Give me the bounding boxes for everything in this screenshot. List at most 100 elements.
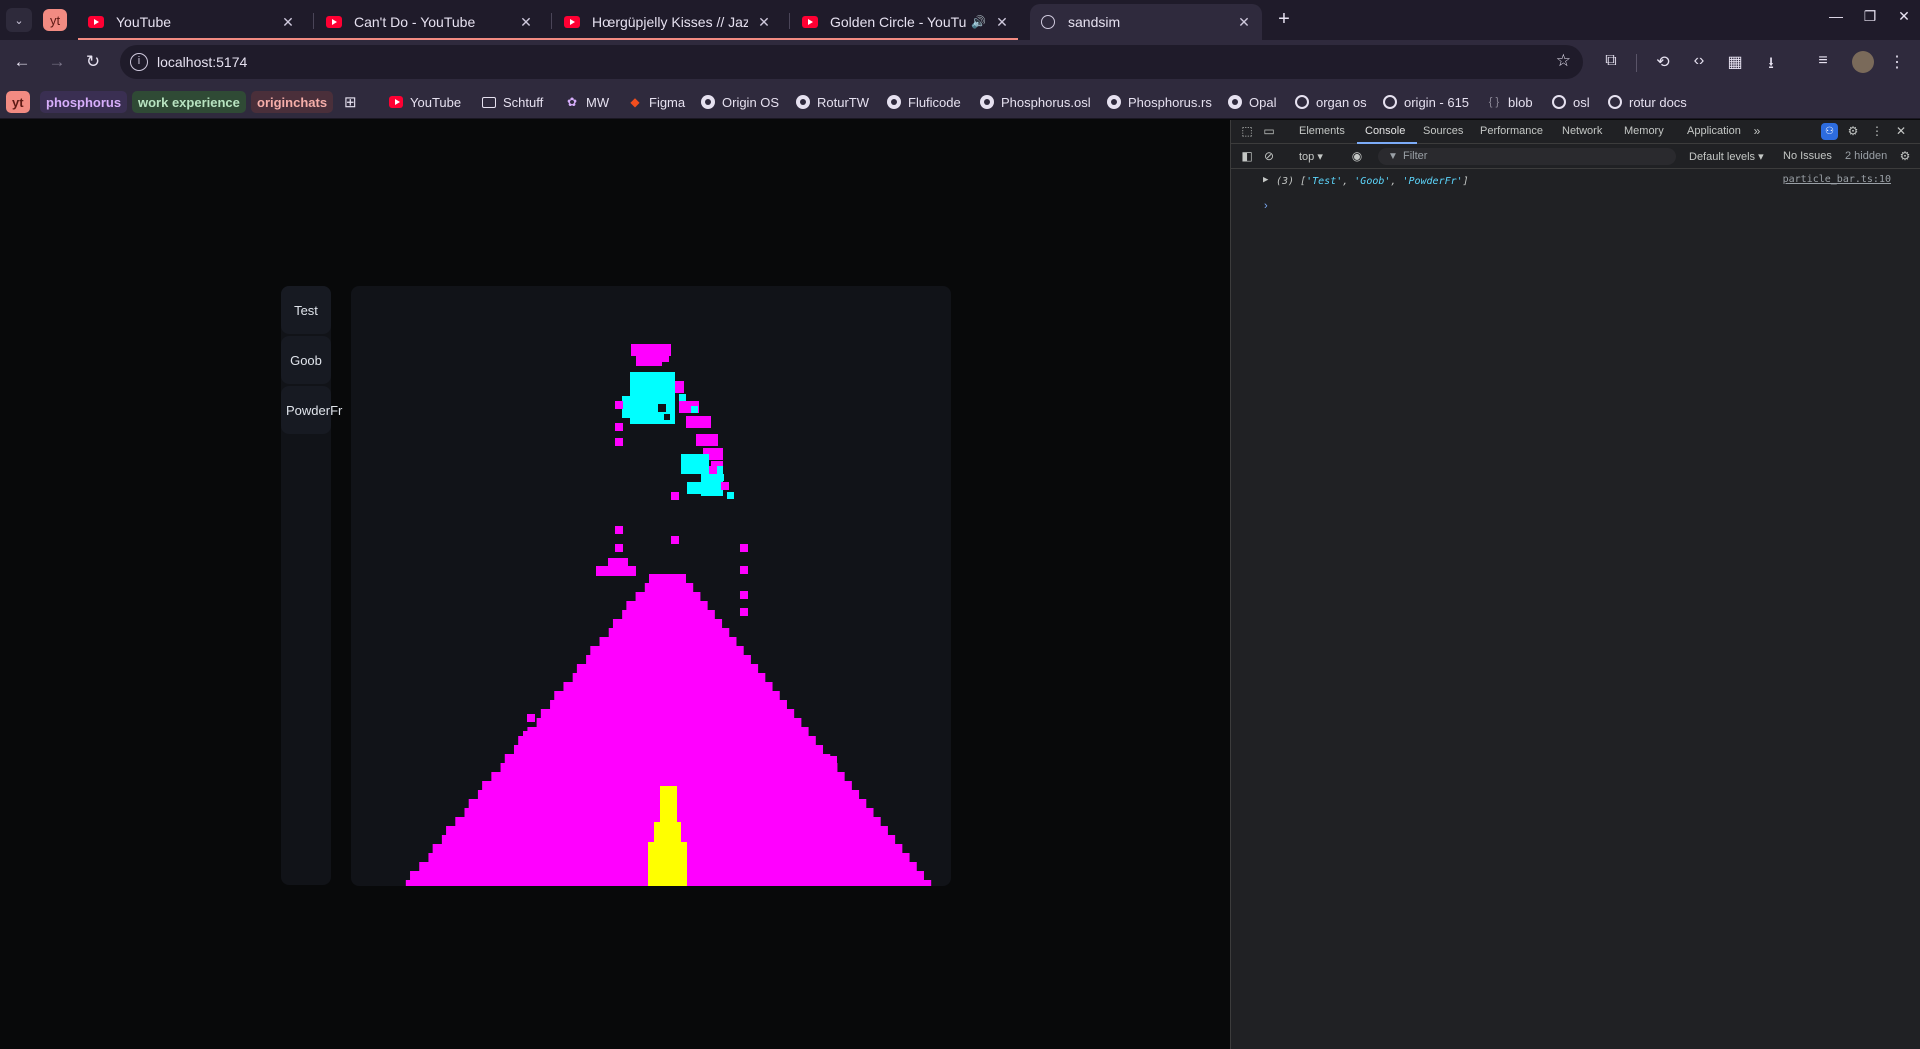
- close-icon[interactable]: ✕: [280, 14, 296, 31]
- bookmark-phosphorus-rs[interactable]: Phosphorus.rs: [1107, 91, 1212, 113]
- tab-memory[interactable]: Memory: [1624, 125, 1664, 137]
- sidebar-toggle-icon[interactable]: ◧: [1239, 149, 1255, 163]
- close-devtools-icon[interactable]: ✕: [1893, 124, 1909, 138]
- bookmark-youtube[interactable]: YouTube: [389, 91, 461, 113]
- media-icon[interactable]: ≡: [1812, 52, 1834, 70]
- tab-golden-circle[interactable]: Golden Circle - YouTube 🔊 ✕: [792, 4, 1020, 40]
- powder-row: [536, 718, 802, 727]
- bookmark-origin-os[interactable]: Origin OS: [701, 91, 779, 113]
- avatar[interactable]: [1852, 51, 1874, 73]
- console-prompt-icon[interactable]: ›: [1264, 200, 1268, 212]
- levels-select[interactable]: Default levels ▾: [1689, 150, 1764, 163]
- close-icon[interactable]: ✕: [1236, 14, 1252, 31]
- tab-youtube[interactable]: YouTube ✕: [78, 4, 306, 40]
- filter-input[interactable]: ▼ Filter: [1378, 148, 1676, 165]
- console-log-entry[interactable]: ▶ (3) ['Test', 'Goob', 'PowderFr'] parti…: [1231, 171, 1920, 191]
- minimize-icon[interactable]: —: [1824, 8, 1848, 24]
- bookmark-osl[interactable]: osl: [1552, 91, 1590, 113]
- close-window-icon[interactable]: ✕: [1892, 8, 1916, 25]
- bookmark-figma[interactable]: ◆ Figma: [628, 91, 685, 113]
- array-value: 'Test': [1306, 176, 1343, 187]
- bookmark-label: Schtuff: [503, 94, 544, 110]
- close-icon[interactable]: ✕: [994, 14, 1010, 31]
- bookmark-blob[interactable]: { } blob: [1487, 91, 1533, 113]
- more-options-icon[interactable]: ⋮: [1869, 124, 1885, 138]
- simulation-canvas[interactable]: [351, 286, 951, 886]
- issues-button[interactable]: No Issues: [1783, 150, 1832, 162]
- youtube-icon: [802, 14, 818, 30]
- globe-icon: [1040, 14, 1056, 30]
- tab-performance[interactable]: Performance: [1480, 125, 1543, 137]
- close-icon[interactable]: ✕: [518, 14, 534, 31]
- bookmark-label: MW: [586, 94, 610, 110]
- bookmark-organ-os[interactable]: organ os: [1295, 91, 1367, 113]
- particle-button-test[interactable]: Test: [281, 286, 331, 334]
- new-tab-button[interactable]: +: [1272, 8, 1296, 31]
- tab-group-chip[interactable]: yt: [43, 9, 67, 31]
- bookmark-phosphorus-osl[interactable]: Phosphorus.osl: [980, 91, 1091, 113]
- tab-console[interactable]: Console: [1365, 125, 1405, 137]
- bookmark-rotur-docs[interactable]: rotur docs: [1608, 91, 1687, 113]
- history-icon[interactable]: ⟲: [1652, 52, 1674, 72]
- bookmark-star-icon[interactable]: ☆: [1556, 51, 1571, 71]
- test-column: [648, 842, 687, 886]
- console-settings-icon[interactable]: ⚙: [1897, 149, 1913, 163]
- origin-icon: [1608, 95, 1622, 109]
- tab-network[interactable]: Network: [1562, 125, 1602, 137]
- levels-value: Default levels: [1689, 151, 1756, 163]
- reload-icon[interactable]: ↻: [82, 52, 104, 72]
- tab-jazz[interactable]: Hœrgüpjelly Kisses // Jazz En ✕: [554, 4, 782, 40]
- extensions-icon[interactable]: ⧉: [1600, 52, 1622, 70]
- back-icon[interactable]: ←: [11, 52, 33, 72]
- bookmark-group-work-experience[interactable]: work experience: [132, 91, 246, 113]
- close-icon[interactable]: ✕: [756, 14, 772, 31]
- bookmark-mw[interactable]: ✿ MW: [565, 91, 609, 113]
- tab-sandsim[interactable]: sandsim ✕: [1030, 4, 1262, 40]
- youtube-icon: [389, 95, 403, 109]
- ai-assistance-icon[interactable]: ⚇: [1821, 123, 1838, 140]
- address-bar[interactable]: i localhost:5174 ☆: [120, 45, 1583, 79]
- apps-grid-icon[interactable]: ⊞: [344, 91, 357, 113]
- sidepanel-icon[interactable]: ▦: [1724, 52, 1746, 72]
- particle-button-powderfr[interactable]: PowderFr: [281, 386, 342, 434]
- bookmark-roturtw[interactable]: RoturTW: [796, 91, 869, 113]
- tab-application[interactable]: Application: [1687, 125, 1741, 137]
- tab-sources[interactable]: Sources: [1423, 125, 1463, 137]
- filter-placeholder: Filter: [1403, 150, 1428, 162]
- site-info-icon[interactable]: i: [130, 53, 148, 71]
- bookmark-group-originchats[interactable]: originchats: [251, 91, 334, 113]
- settings-icon[interactable]: ⚙: [1845, 124, 1861, 138]
- bookmark-origin-615[interactable]: origin - 615: [1383, 91, 1469, 113]
- bookmark-label: Opal: [1249, 94, 1277, 110]
- menu-icon[interactable]: ⋮: [1886, 52, 1908, 72]
- download-icon[interactable]: ⭳: [1760, 52, 1782, 79]
- forward-icon[interactable]: →: [46, 52, 68, 72]
- bookmark-opal[interactable]: Opal: [1228, 91, 1276, 113]
- page-viewport: Test Goob PowderFr: [0, 120, 1230, 1049]
- more-tabs-icon[interactable]: »: [1749, 124, 1765, 138]
- tab-search-button[interactable]: ⌄: [6, 8, 32, 32]
- maximize-icon[interactable]: ❐: [1858, 8, 1882, 25]
- particle-button-goob[interactable]: Goob: [281, 336, 331, 384]
- context-value: top: [1299, 151, 1315, 163]
- device-toolbar-icon[interactable]: ▭: [1261, 124, 1277, 138]
- context-select[interactable]: top ▾: [1299, 150, 1323, 163]
- bookmark-group-phosphorus[interactable]: phosphorus: [40, 91, 128, 113]
- tab-cant-do[interactable]: Can't Do - YouTube ✕: [316, 4, 544, 40]
- bookmark-fluficode[interactable]: Fluficode: [887, 91, 961, 113]
- devtools-icon[interactable]: ‹›: [1688, 52, 1710, 70]
- test-column: [660, 786, 677, 822]
- bookmark-group-yt[interactable]: yt: [6, 91, 30, 113]
- tab-elements[interactable]: Elements: [1299, 125, 1345, 137]
- inspect-icon[interactable]: ⬚: [1239, 124, 1255, 138]
- console-message: (3) ['Test', 'Goob', 'PowderFr']: [1276, 176, 1469, 187]
- speaker-icon[interactable]: 🔊: [971, 15, 986, 29]
- youtube-icon: [564, 14, 580, 30]
- eye-icon[interactable]: ◉: [1349, 149, 1365, 163]
- clear-console-icon[interactable]: ⊘: [1261, 149, 1277, 163]
- bookmark-schtuff[interactable]: Schtuff: [482, 91, 543, 113]
- origin-icon: [1552, 95, 1566, 109]
- source-link[interactable]: particle_bar.ts:10: [1783, 174, 1891, 185]
- expand-arrow-icon[interactable]: ▶: [1263, 175, 1268, 185]
- powder-row: [644, 583, 694, 592]
